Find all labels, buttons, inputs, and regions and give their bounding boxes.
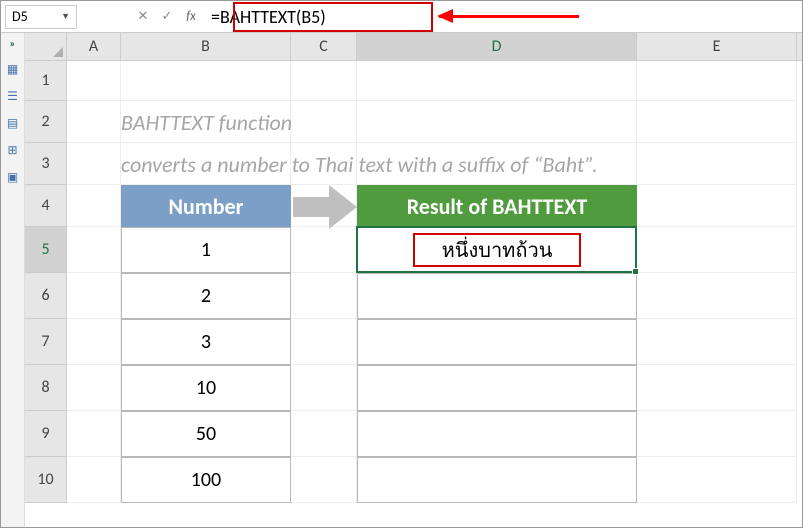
cell[interactable] [291, 227, 357, 273]
spreadsheet-grid[interactable]: ABCDE 12345678910 BAHTTEXT functionconve… [25, 33, 802, 527]
formula-input[interactable]: =BAHTTEXT(B5) [203, 4, 802, 30]
result-cell-1[interactable]: หนึ่งบาทถ้วน [357, 227, 637, 273]
enter-formula-icon[interactable]: ✓ [155, 5, 179, 29]
cancel-formula-icon[interactable]: ✕ [131, 5, 155, 29]
number-cell-1[interactable]: 1 [121, 227, 291, 273]
row-header-1[interactable]: 1 [25, 61, 66, 101]
cell[interactable] [67, 227, 121, 273]
arrow-indicator-body [293, 197, 331, 217]
row-header-7[interactable]: 7 [25, 319, 66, 365]
cell[interactable] [121, 61, 291, 101]
ribbon-icon-5[interactable]: ▣ [7, 170, 18, 185]
cell[interactable] [291, 319, 357, 365]
number-cell-5[interactable]: 50 [121, 411, 291, 457]
cell[interactable] [357, 61, 637, 101]
cell[interactable] [637, 185, 797, 227]
column-headers: ABCDE [67, 33, 802, 61]
cells-area[interactable]: BAHTTEXT function converts a number to Th… [67, 61, 802, 527]
cell[interactable] [637, 365, 797, 411]
number-cell-2[interactable]: 2 [121, 273, 291, 319]
cell[interactable] [637, 273, 797, 319]
result-cell-3[interactable] [357, 319, 637, 365]
column-header-B[interactable]: B [121, 33, 291, 60]
row-header-8[interactable]: 8 [25, 365, 66, 411]
row-header-3[interactable]: 3 [25, 143, 66, 185]
cell[interactable] [637, 319, 797, 365]
cell[interactable] [291, 273, 357, 319]
cell[interactable] [291, 457, 357, 503]
row-header-2[interactable]: 2 [25, 101, 66, 143]
number-cell-3[interactable]: 3 [121, 319, 291, 365]
name-box-dropdown-icon[interactable]: ▼ [61, 8, 70, 26]
formula-bar: D5 ▼ ✕ ✓ fx =BAHTTEXT(B5) [1, 1, 802, 33]
header-number: Number [121, 185, 291, 227]
cell[interactable] [67, 411, 121, 457]
column-header-D[interactable]: D [357, 33, 637, 60]
description-line-2: converts a number to Thai text with a su… [121, 151, 598, 178]
name-box[interactable]: D5 ▼ [5, 5, 77, 29]
cell[interactable] [67, 61, 121, 101]
number-cell-4[interactable]: 10 [121, 365, 291, 411]
select-all-corner[interactable] [25, 33, 67, 61]
cell[interactable] [67, 185, 121, 227]
ribbon-icon-4[interactable]: ⊞ [7, 143, 17, 158]
row-header-9[interactable]: 9 [25, 411, 66, 457]
side-ribbon: » ▦ ☰ ▤ ⊞ ▣ [1, 33, 25, 527]
ribbon-icon-1[interactable]: ▦ [7, 62, 18, 77]
ribbon-icon-3[interactable]: ▤ [7, 116, 18, 131]
row-header-10[interactable]: 10 [25, 457, 66, 503]
result-cell-6[interactable] [357, 457, 637, 503]
cell[interactable] [637, 457, 797, 503]
row-headers: 12345678910 [25, 61, 67, 503]
cell[interactable] [357, 101, 637, 143]
cell[interactable] [67, 365, 121, 411]
column-header-C[interactable]: C [291, 33, 357, 60]
cell[interactable] [291, 61, 357, 101]
arrow-indicator-head [329, 185, 357, 229]
column-header-A[interactable]: A [67, 33, 121, 60]
result-cell-2[interactable] [357, 273, 637, 319]
cell[interactable] [637, 101, 797, 143]
cell[interactable] [637, 61, 797, 101]
result-cell-5[interactable] [357, 411, 637, 457]
description-line-1: BAHTTEXT function [121, 109, 292, 136]
row-header-4[interactable]: 4 [25, 185, 66, 227]
header-result: Result of BAHTTEXT [357, 185, 637, 227]
cell[interactable] [291, 365, 357, 411]
fx-icon[interactable]: fx [179, 5, 203, 29]
cell[interactable] [67, 101, 121, 143]
column-header-E[interactable]: E [637, 33, 797, 60]
number-cell-6[interactable]: 100 [121, 457, 291, 503]
cell[interactable] [67, 319, 121, 365]
name-box-value: D5 [12, 8, 28, 26]
cell[interactable] [67, 457, 121, 503]
result-cell-4[interactable] [357, 365, 637, 411]
cell[interactable] [67, 273, 121, 319]
ribbon-icon-2[interactable]: ☰ [7, 89, 18, 104]
cell[interactable] [291, 411, 357, 457]
cell[interactable] [637, 143, 797, 185]
ribbon-expand-icon[interactable]: » [10, 37, 16, 50]
cell[interactable] [637, 411, 797, 457]
row-header-6[interactable]: 6 [25, 273, 66, 319]
row-header-5[interactable]: 5 [25, 227, 66, 273]
cell[interactable] [291, 101, 357, 143]
cell[interactable] [67, 143, 121, 185]
cell[interactable] [637, 227, 797, 273]
